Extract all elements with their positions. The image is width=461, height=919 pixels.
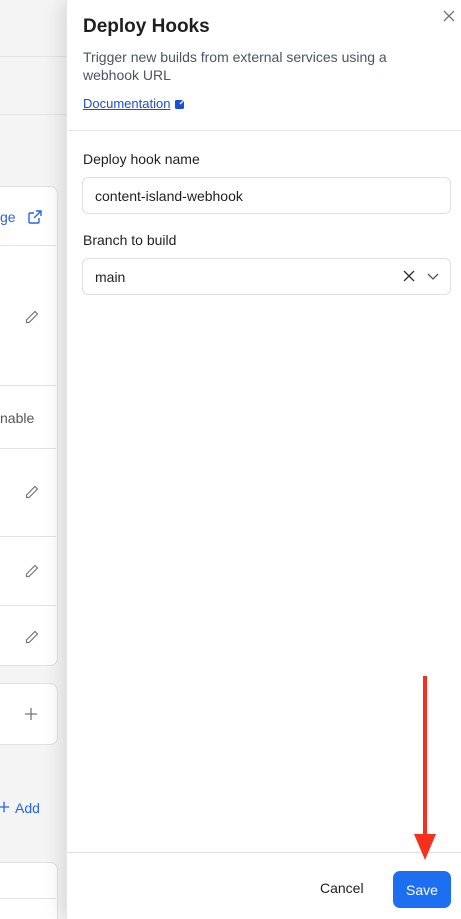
deploy-hooks-panel: Deploy Hooks Trigger new builds from ext… [66, 0, 461, 919]
manage-link[interactable]: ge [0, 209, 16, 225]
chevron-down-icon[interactable] [426, 269, 440, 283]
divider [0, 114, 66, 115]
edit-icon[interactable] [24, 563, 40, 579]
branch-label: Branch to build [83, 232, 177, 248]
plus-icon[interactable] [0, 800, 11, 814]
close-icon[interactable] [439, 6, 459, 26]
divider [0, 448, 56, 449]
enable-label: nable [0, 410, 35, 426]
divider [0, 56, 66, 57]
plus-icon[interactable] [23, 706, 39, 722]
panel-header: Deploy Hooks Trigger new builds from ext… [67, 0, 461, 131]
hook-name-field[interactable] [82, 177, 451, 214]
annotation-arrow [414, 676, 436, 860]
edit-icon[interactable] [24, 309, 40, 325]
divider [0, 536, 56, 537]
external-link-icon [175, 97, 187, 109]
divider [0, 898, 56, 899]
panel-title: Deploy Hooks [83, 16, 210, 37]
documentation-link-label: Documentation [83, 96, 171, 111]
divider [0, 385, 56, 386]
divider [0, 245, 56, 246]
hook-name-label: Deploy hook name [83, 151, 200, 167]
save-button[interactable]: Save [393, 871, 451, 908]
panel-description: Trigger new builds from external service… [83, 49, 387, 83]
edit-icon[interactable] [24, 484, 40, 500]
branch-select[interactable]: main [82, 258, 451, 295]
hook-name-input[interactable] [95, 187, 438, 204]
background-card [0, 186, 58, 666]
cancel-button[interactable]: Cancel [320, 880, 364, 896]
select-actions [402, 269, 440, 283]
branch-select-value: main [95, 268, 126, 285]
clear-icon[interactable] [402, 269, 416, 283]
documentation-link[interactable]: Documentation [83, 96, 187, 111]
panel-footer: Cancel Save [67, 852, 461, 919]
background-card [0, 862, 58, 919]
background-page: ge nable Add [0, 0, 66, 919]
divider [0, 605, 56, 606]
add-link[interactable]: Add [15, 800, 40, 816]
external-link-icon[interactable] [27, 209, 43, 225]
edit-icon[interactable] [24, 629, 40, 645]
